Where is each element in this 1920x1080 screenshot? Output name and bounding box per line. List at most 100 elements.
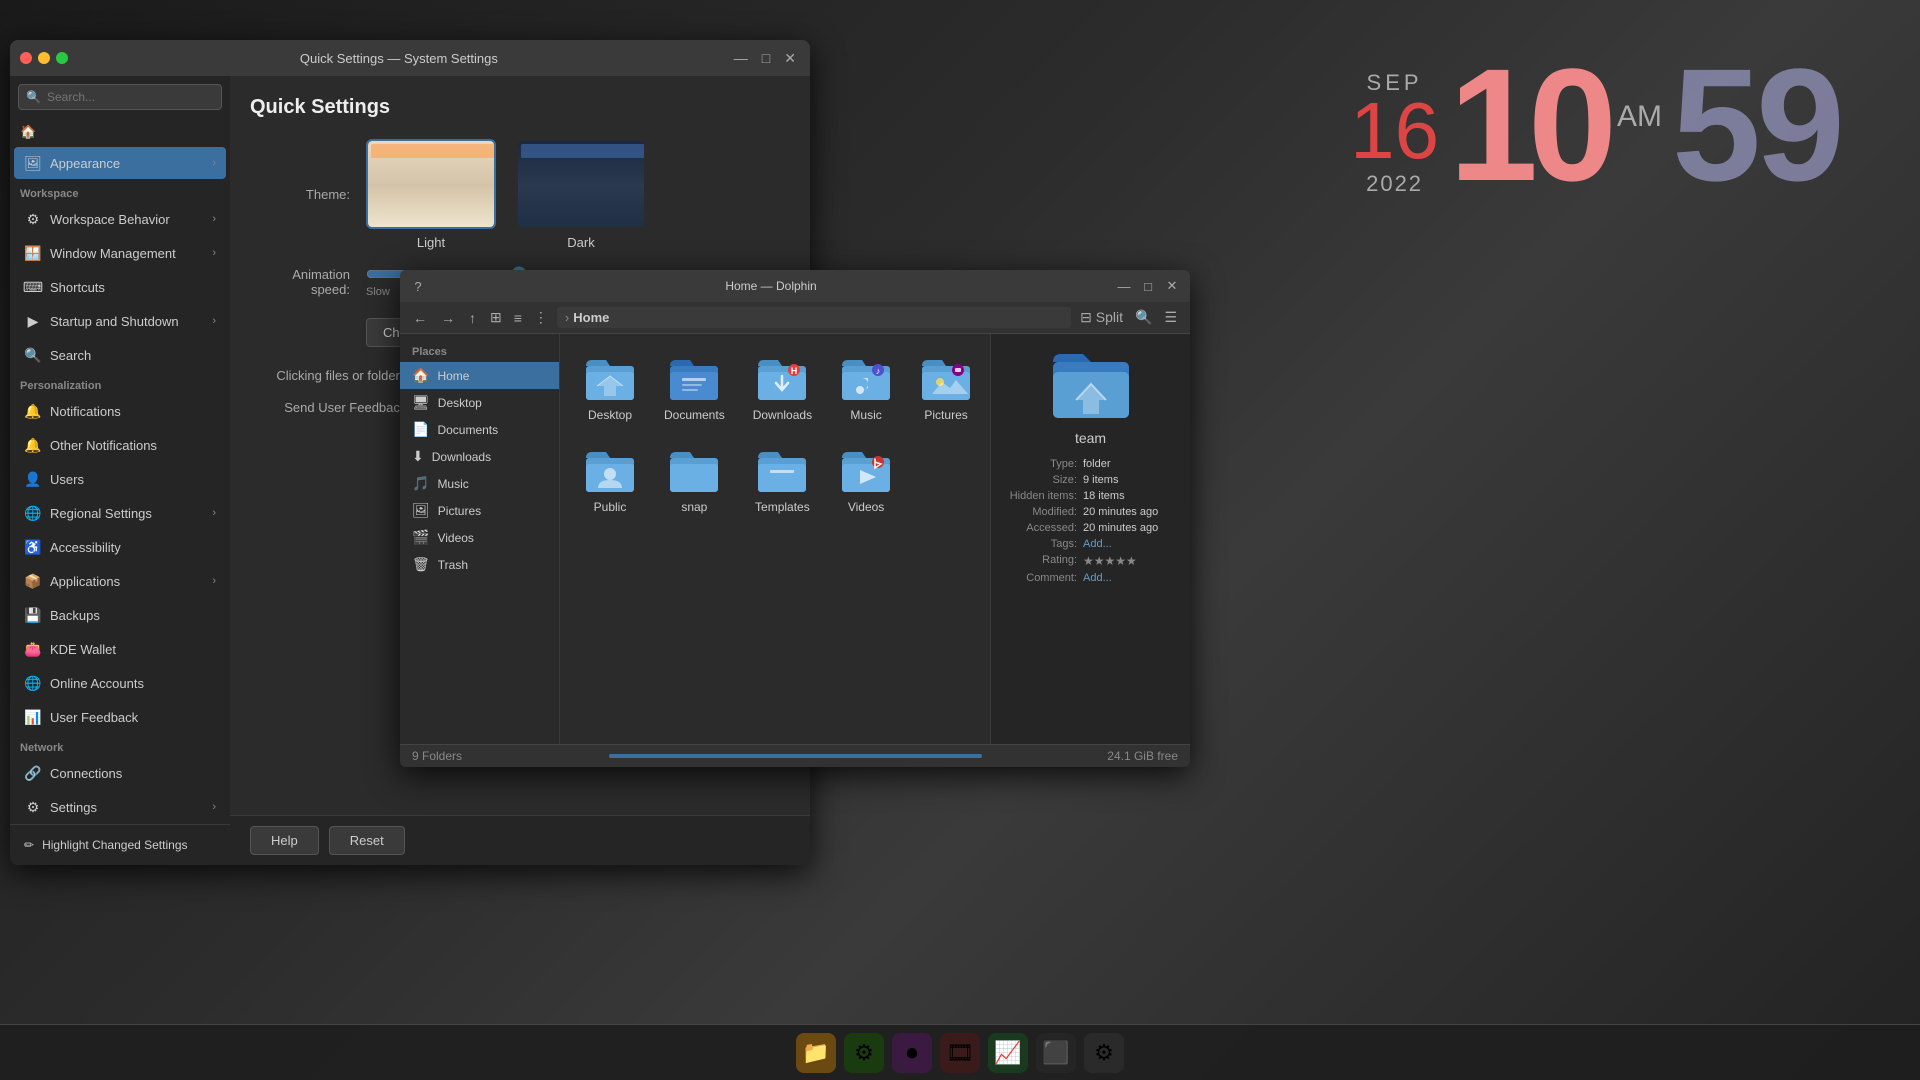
sidebar-item-workspace-behavior[interactable]: ⚙ Workspace Behavior › (14, 203, 226, 235)
file-item-desktop[interactable]: Desktop (576, 350, 644, 430)
taskbar-video-icon[interactable]: 🎞 (940, 1033, 980, 1073)
file-item-snap[interactable]: snap (656, 442, 733, 522)
theme-row: Theme: (250, 139, 790, 250)
sidebar-item-window-management[interactable]: 🪟 Window Management › (14, 237, 226, 269)
regional-arrow: › (212, 507, 216, 519)
maximize-button[interactable]: □ (758, 50, 774, 67)
file-item-documents[interactable]: Documents (656, 350, 733, 430)
dolphin-window-title: Home — Dolphin (434, 279, 1108, 293)
place-videos[interactable]: 🎬 Videos (400, 524, 559, 551)
split-button[interactable]: ⊟ Split (1075, 306, 1128, 329)
sidebar-item-users[interactable]: 👤 Users (14, 463, 226, 495)
sidebar-item-accessibility[interactable]: ♿ Accessibility (14, 531, 226, 563)
min-dot[interactable] (38, 52, 50, 64)
file-item-templates[interactable]: Templates (745, 442, 820, 522)
sidebar-item-applications[interactable]: 📦 Applications › (14, 565, 226, 597)
sidebar-item-startup[interactable]: ▶ Startup and Shutdown › (14, 305, 226, 337)
workspace-arrow: › (212, 213, 216, 225)
dolphin-close-button[interactable]: ✕ (1162, 276, 1182, 296)
help-button[interactable]: Help (250, 826, 319, 855)
sidebar-home[interactable]: 🏠 (10, 118, 230, 146)
connections-label: Connections (50, 766, 122, 781)
place-pictures[interactable]: 🖼 Pictures (400, 497, 559, 524)
sidebar-item-appearance[interactable]: 🖼 Appearance › (14, 147, 226, 179)
animation-slow-label: Slow (366, 286, 390, 298)
sidebar-item-notifications[interactable]: 🔔 Notifications (14, 395, 226, 427)
comment-val[interactable]: Add... (1083, 572, 1112, 584)
place-desktop[interactable]: 🖥 Desktop (400, 389, 559, 416)
rating-stars[interactable]: ★★★★★ (1083, 554, 1137, 568)
file-item-public[interactable]: Public (576, 442, 644, 522)
videos-place-icon: 🎬 (412, 529, 429, 546)
music-folder-icon: ♪ (840, 358, 892, 402)
desktop-place-label: Desktop (438, 396, 482, 410)
sidebar-item-backups[interactable]: 💾 Backups (14, 599, 226, 631)
place-music[interactable]: 🎵 Music (400, 470, 559, 497)
dolphin-minimize-button[interactable]: — (1114, 276, 1134, 296)
reset-button[interactable]: Reset (329, 826, 405, 855)
monitor-icon: 📈 (994, 1040, 1021, 1066)
search-files-button[interactable]: 🔍 (1130, 306, 1157, 329)
dolphin-maximize-button[interactable]: □ (1138, 276, 1158, 296)
taskbar-terminal-icon[interactable]: ⬛ (1036, 1033, 1076, 1073)
sidebar-item-other-notifications[interactable]: 🔔 Other Notifications (14, 429, 226, 461)
sidebar-item-regional[interactable]: 🌐 Regional Settings › (14, 497, 226, 529)
file-item-downloads[interactable]: H Downloads (745, 350, 820, 430)
files-icon: 📁 (802, 1040, 829, 1066)
place-downloads[interactable]: ⬇ Downloads (400, 443, 559, 470)
sidebar-item-user-feedback[interactable]: 📊 User Feedback (14, 701, 226, 733)
theme-option-light[interactable]: Light (366, 139, 496, 250)
list-view-button[interactable]: ≡ (509, 306, 527, 329)
size-val: 9 items (1083, 474, 1118, 486)
startup-label: Startup and Shutdown (50, 314, 179, 329)
file-item-pictures[interactable]: Pictures (912, 350, 980, 430)
pictures-place-label: Pictures (438, 504, 481, 518)
minimize-button[interactable]: — (730, 50, 752, 67)
menu-button[interactable]: ☰ (1159, 306, 1182, 329)
place-home[interactable]: 🏠 Home (400, 362, 559, 389)
grid-view-button[interactable]: ⊞ (485, 306, 507, 329)
path-bar[interactable]: › Home (557, 307, 1071, 328)
window-mgmt-arrow: › (212, 247, 216, 259)
desktop-place-icon: 🖥 (412, 394, 430, 411)
downloads-place-label: Downloads (432, 450, 491, 464)
window-mgmt-icon: 🪟 (24, 244, 42, 262)
file-item-videos[interactable]: Videos (832, 442, 900, 522)
close-button[interactable]: ✕ (780, 50, 800, 67)
forward-button[interactable]: → (436, 307, 460, 329)
file-item-music[interactable]: ♪ Music (832, 350, 900, 430)
back-button[interactable]: ← (408, 307, 432, 329)
taskbar-gear-icon[interactable]: ⚙ (1084, 1033, 1124, 1073)
sidebar-item-search[interactable]: 🔍 Search (14, 339, 226, 371)
taskbar-files-icon[interactable]: 📁 (796, 1033, 836, 1073)
up-button[interactable]: ↑ (464, 307, 481, 329)
taskbar-media-icon[interactable]: ⏺ (892, 1033, 932, 1073)
tags-val[interactable]: Add... (1083, 538, 1112, 550)
sidebar-item-online-accounts[interactable]: 🌐 Online Accounts (14, 667, 226, 699)
settings-bottom-bar: Help Reset (230, 815, 810, 865)
taskbar-monitor-icon[interactable]: 📈 (988, 1033, 1028, 1073)
sidebar-item-network-settings[interactable]: ⚙ Settings › (14, 791, 226, 823)
taskbar-settings-icon[interactable]: ⚙ (844, 1033, 884, 1073)
pictures-folder-name: Pictures (924, 408, 967, 422)
theme-option-dark[interactable]: Dark (516, 139, 646, 250)
dolphin-help-button[interactable]: ? (408, 276, 428, 296)
column-view-button[interactable]: ⋮ (529, 306, 553, 329)
selected-file-icon (1051, 350, 1131, 420)
sidebar-item-connections[interactable]: 🔗 Connections (14, 757, 226, 789)
search-input[interactable] (18, 84, 222, 110)
snap-folder-icon (668, 450, 720, 494)
page-title: Quick Settings (250, 96, 790, 119)
public-folder-icon (584, 450, 636, 494)
close-dot[interactable] (20, 52, 32, 64)
highlight-changed-item[interactable]: ✏ Highlight Changed Settings (18, 833, 222, 857)
highlight-icon: ✏ (24, 838, 34, 852)
place-documents[interactable]: 📄 Documents (400, 416, 559, 443)
clock-widget: SEP 16 2022 10 AM 59 (1350, 60, 1840, 205)
animation-label: Animation speed: (250, 267, 350, 297)
sidebar-item-shortcuts[interactable]: ⌨ Shortcuts (14, 271, 226, 303)
comment-label: Comment: (1003, 572, 1083, 584)
sidebar-item-kde-wallet[interactable]: 👛 KDE Wallet (14, 633, 226, 665)
place-trash[interactable]: 🗑 Trash (400, 551, 559, 578)
max-dot[interactable] (56, 52, 68, 64)
